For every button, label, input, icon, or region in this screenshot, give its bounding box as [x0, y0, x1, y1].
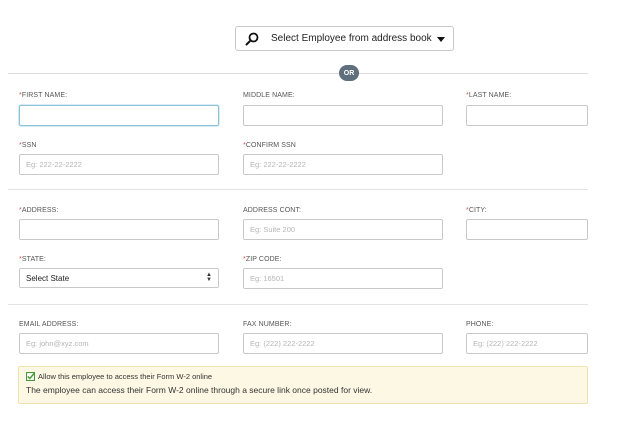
zip-label: *ZIP CODE:	[243, 256, 282, 263]
city-input[interactable]	[466, 219, 588, 240]
last-name-label: *LAST NAME:	[466, 92, 512, 99]
employee-select-label: Select Employee from address book	[271, 33, 432, 44]
chevron-down-icon	[437, 37, 445, 42]
middle-name-input[interactable]	[243, 105, 443, 126]
address-cont-input[interactable]	[243, 219, 443, 240]
state-label: *STATE:	[19, 256, 46, 263]
state-select-value: Select State	[26, 273, 70, 283]
phone-label: PHONE:	[466, 321, 494, 328]
confirm-ssn-label: *CONFIRM SSN	[243, 142, 296, 149]
phone-input[interactable]	[466, 333, 588, 354]
city-label: *CITY:	[466, 207, 487, 214]
middle-name-label: MIDDLE NAME:	[243, 92, 295, 99]
fax-input[interactable]	[243, 333, 443, 354]
ssn-label: *SSN	[19, 142, 37, 149]
confirm-ssn-input[interactable]	[243, 154, 443, 175]
search-icon	[245, 32, 259, 45]
section-divider	[8, 189, 588, 190]
select-arrows-icon: ▲ ▼	[206, 272, 212, 283]
w2-access-description: The employee can access their Form W-2 o…	[26, 385, 373, 395]
w2-access-notice: Allow this employee to access their Form…	[18, 366, 588, 404]
address-input[interactable]	[19, 219, 219, 240]
section-divider	[8, 304, 588, 305]
first-name-input[interactable]	[19, 105, 219, 126]
address-cont-label: ADDRESS CONT:	[243, 207, 302, 214]
address-label: *ADDRESS:	[19, 207, 59, 214]
email-label: EMAIL ADDRESS:	[19, 321, 79, 328]
last-name-input[interactable]	[466, 105, 588, 126]
employee-address-book-select[interactable]: Select Employee from address book	[235, 26, 454, 51]
zip-input[interactable]	[243, 268, 443, 289]
first-name-label: *FIRST NAME:	[19, 92, 68, 99]
or-badge: OR	[339, 65, 359, 81]
fax-label: FAX NUMBER:	[243, 321, 292, 328]
checkbox-checked-icon[interactable]	[26, 372, 35, 381]
state-select[interactable]: Select State ▲ ▼	[19, 268, 219, 288]
w2-access-checkbox-label[interactable]: Allow this employee to access their Form…	[38, 372, 212, 381]
ssn-input[interactable]	[19, 154, 219, 175]
or-divider	[8, 73, 588, 74]
email-input[interactable]	[19, 333, 219, 354]
